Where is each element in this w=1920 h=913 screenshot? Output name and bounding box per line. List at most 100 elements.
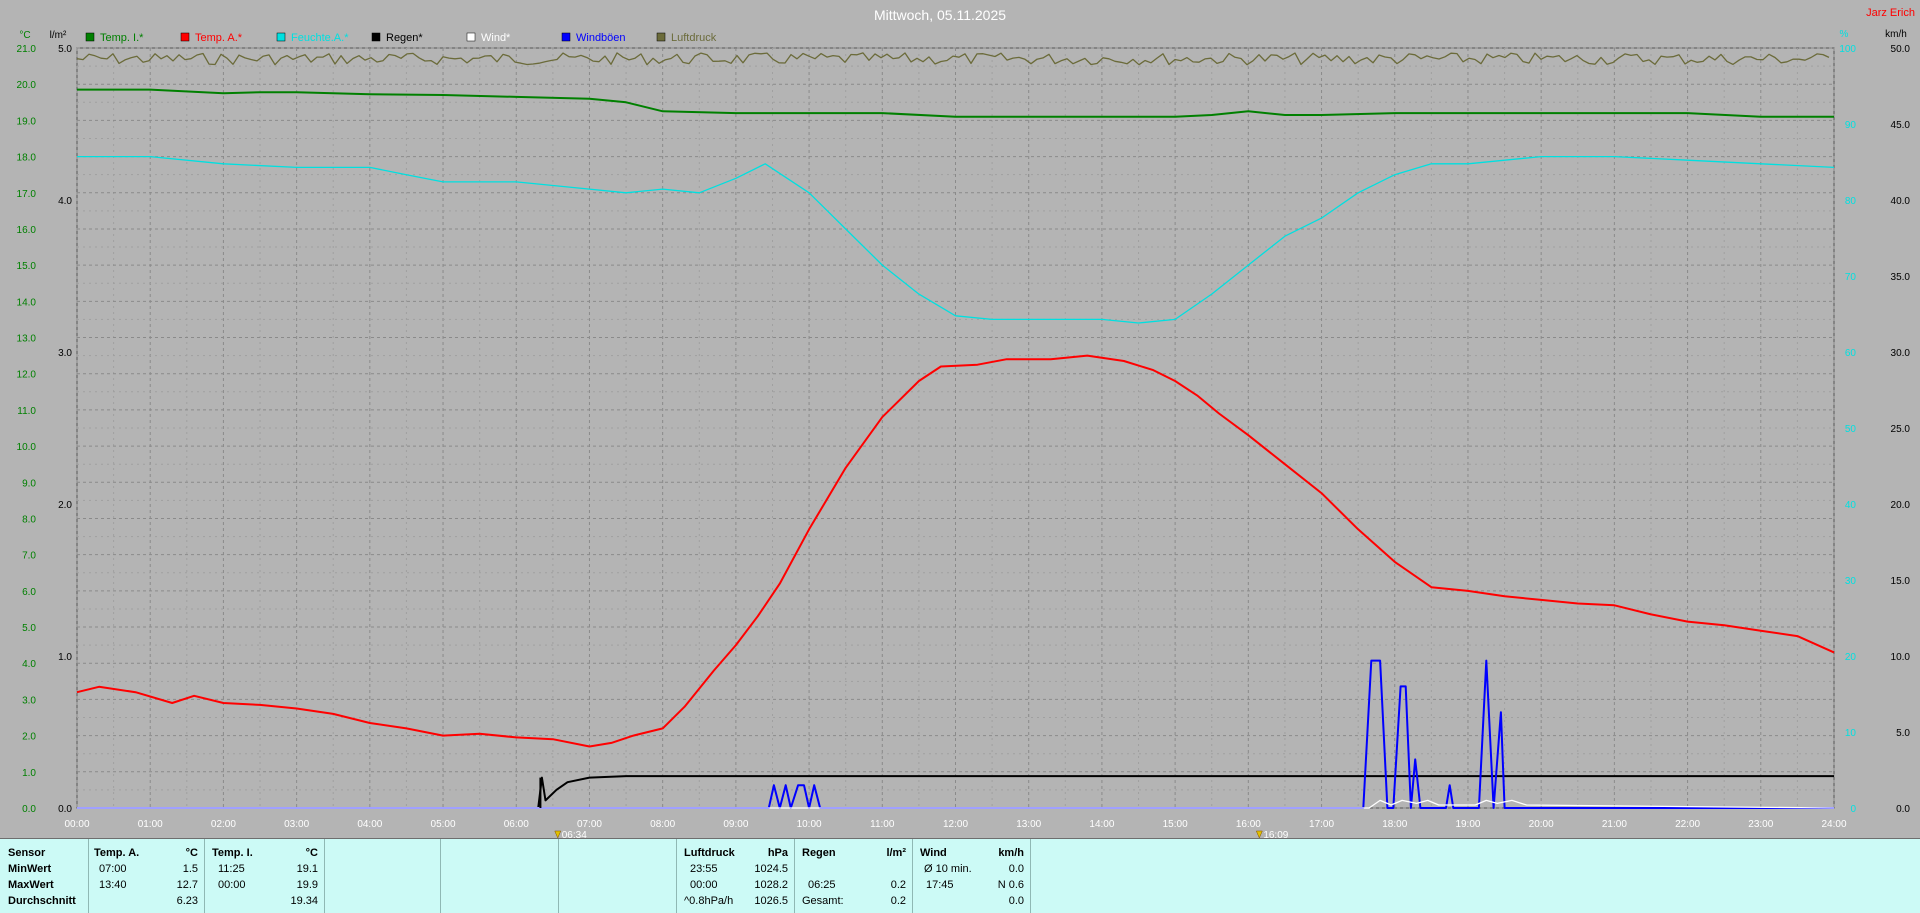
rain-header: Regen: [802, 847, 836, 859]
humidity-tick-label: 80: [1845, 196, 1857, 207]
pressure-min-time: 23:55: [690, 863, 718, 875]
rain-total-value: 0.2: [890, 895, 906, 907]
rain-tick-label: 1.0: [58, 652, 72, 663]
temp-tick-label: 12.0: [17, 370, 37, 381]
x-tick-label: 09:00: [723, 819, 748, 830]
temp-tick-label: 17.0: [17, 189, 37, 200]
wind-axis-unit: km/h: [1885, 29, 1907, 40]
pressure-average: 1026.5: [754, 895, 788, 907]
temp-a-unit: °C: [185, 847, 198, 859]
temp-i-max-time: 00:00: [218, 879, 246, 891]
temp-tick-label: 2.0: [22, 732, 36, 743]
humidity-tick-label: 0: [1850, 804, 1856, 815]
temp-tick-label: 16.0: [17, 225, 37, 236]
legend-swatch-temp_outside: [180, 32, 190, 42]
x-tick-label: 16:00: [1236, 819, 1261, 830]
x-tick-label: 22:00: [1675, 819, 1700, 830]
humidity-tick-label: 90: [1845, 120, 1857, 131]
statistics-panel: Sensor MinWert MaxWert Durchschnitt Temp…: [0, 838, 1920, 913]
legend-label-temp_outside: Temp. A.*: [195, 32, 243, 44]
legend-label-pressure: Luftdruck: [671, 32, 717, 44]
wind-third-value: 0.0: [1008, 895, 1024, 907]
wind-tick-label: 35.0: [1891, 272, 1911, 283]
temp-axis-unit: °C: [19, 30, 30, 41]
humidity-tick-label: 100: [1839, 44, 1856, 55]
temp-tick-label: 15.0: [17, 261, 37, 272]
temp-i-min-time: 11:25: [218, 863, 245, 875]
legend-swatch-gusts: [561, 32, 571, 42]
pressure-min-value: 1024.5: [754, 863, 788, 875]
divider: [88, 839, 89, 913]
min-label: MinWert: [8, 863, 52, 875]
rain-time: 06:25: [808, 879, 836, 891]
x-tick-label: 24:00: [1821, 819, 1846, 830]
x-tick-label: 05:00: [431, 819, 456, 830]
pressure-trend: ^0.8hPa/h: [684, 895, 734, 907]
legend-label-humidity: Feuchte.A.*: [291, 32, 349, 44]
wind-tick-label: 50.0: [1891, 44, 1911, 55]
temp-tick-label: 11.0: [17, 406, 36, 417]
wind-tick-label: 15.0: [1891, 576, 1911, 587]
x-tick-label: 06:00: [504, 819, 529, 830]
temp-a-header: Temp. A.: [94, 847, 140, 859]
pressure-max-value: 1028.2: [754, 879, 788, 891]
temp-a-min-value: 1.5: [182, 863, 198, 875]
x-tick-label: 10:00: [797, 819, 822, 830]
temp-tick-label: 6.0: [22, 587, 36, 598]
rain-axis-unit: l/m²: [50, 30, 67, 41]
temp-tick-label: 10.0: [17, 442, 37, 453]
legend-label-temp_inside: Temp. I.*: [100, 32, 144, 44]
humidity-tick-label: 40: [1845, 500, 1857, 511]
wind-tick-label: 10.0: [1891, 652, 1911, 663]
x-tick-label: 14:00: [1089, 819, 1114, 830]
temp-a-min-time: 07:00: [99, 863, 127, 875]
x-tick-label: 03:00: [284, 819, 309, 830]
temp-tick-label: 8.0: [22, 514, 36, 525]
weather-chart: Mittwoch, 05.11.2025 Jarz Erich °C l/m² …: [0, 0, 1920, 838]
wind-unit: km/h: [998, 847, 1024, 859]
temp-i-min-value: 19.1: [296, 863, 318, 875]
wind-avg-value: 0.0: [1008, 863, 1024, 875]
legend-label-rain: Regen*: [386, 32, 423, 44]
temp-a-max-value: 12.7: [176, 879, 198, 891]
rain-tick-label: 3.0: [58, 348, 72, 359]
divider: [912, 839, 913, 913]
legend-label-gusts: Windböen: [576, 32, 626, 44]
temp-i-average: 19.34: [290, 895, 318, 907]
legend-swatch-humidity: [276, 32, 286, 42]
x-tick-label: 17:00: [1309, 819, 1334, 830]
divider: [794, 839, 795, 913]
sun-marker-label: 16:09: [1263, 830, 1288, 838]
legend-swatch-pressure: [656, 32, 666, 42]
rain-value: 0.2: [890, 879, 906, 891]
chart-title: Mittwoch, 05.11.2025: [874, 7, 1006, 23]
temp-tick-label: 4.0: [22, 659, 36, 670]
x-tick-label: 07:00: [577, 819, 602, 830]
x-tick-label: 15:00: [1163, 819, 1188, 830]
pressure-header: Luftdruck: [684, 847, 735, 859]
temp-i-max-value: 19.9: [296, 879, 318, 891]
x-tick-label: 04:00: [357, 819, 382, 830]
humidity-axis-unit: %: [1840, 29, 1849, 40]
legend-swatch-wind: [466, 32, 476, 42]
pressure-unit: hPa: [767, 847, 788, 859]
sensor-label: Sensor: [8, 847, 46, 859]
temp-tick-label: 18.0: [17, 153, 37, 164]
temp-tick-label: 3.0: [22, 695, 36, 706]
humidity-tick-label: 20: [1845, 652, 1857, 663]
wind-tick-label: 30.0: [1891, 348, 1911, 359]
temp-tick-label: 20.0: [17, 80, 37, 91]
wind-tick-label: 5.0: [1896, 728, 1910, 739]
avg-label: Durchschnitt: [8, 895, 76, 907]
rain-tick-label: 0.0: [58, 804, 72, 815]
temp-a-average: 6.23: [176, 895, 198, 907]
temp-tick-label: 0.0: [22, 804, 36, 815]
divider: [440, 839, 441, 913]
x-tick-label: 19:00: [1455, 819, 1480, 830]
wind-tick-label: 40.0: [1891, 196, 1911, 207]
temp-tick-label: 5.0: [22, 623, 36, 634]
rain-unit: l/m²: [886, 847, 906, 859]
temp-i-header: Temp. I.: [212, 847, 253, 859]
x-tick-label: 00:00: [64, 819, 89, 830]
wind-header: Wind: [920, 847, 947, 859]
